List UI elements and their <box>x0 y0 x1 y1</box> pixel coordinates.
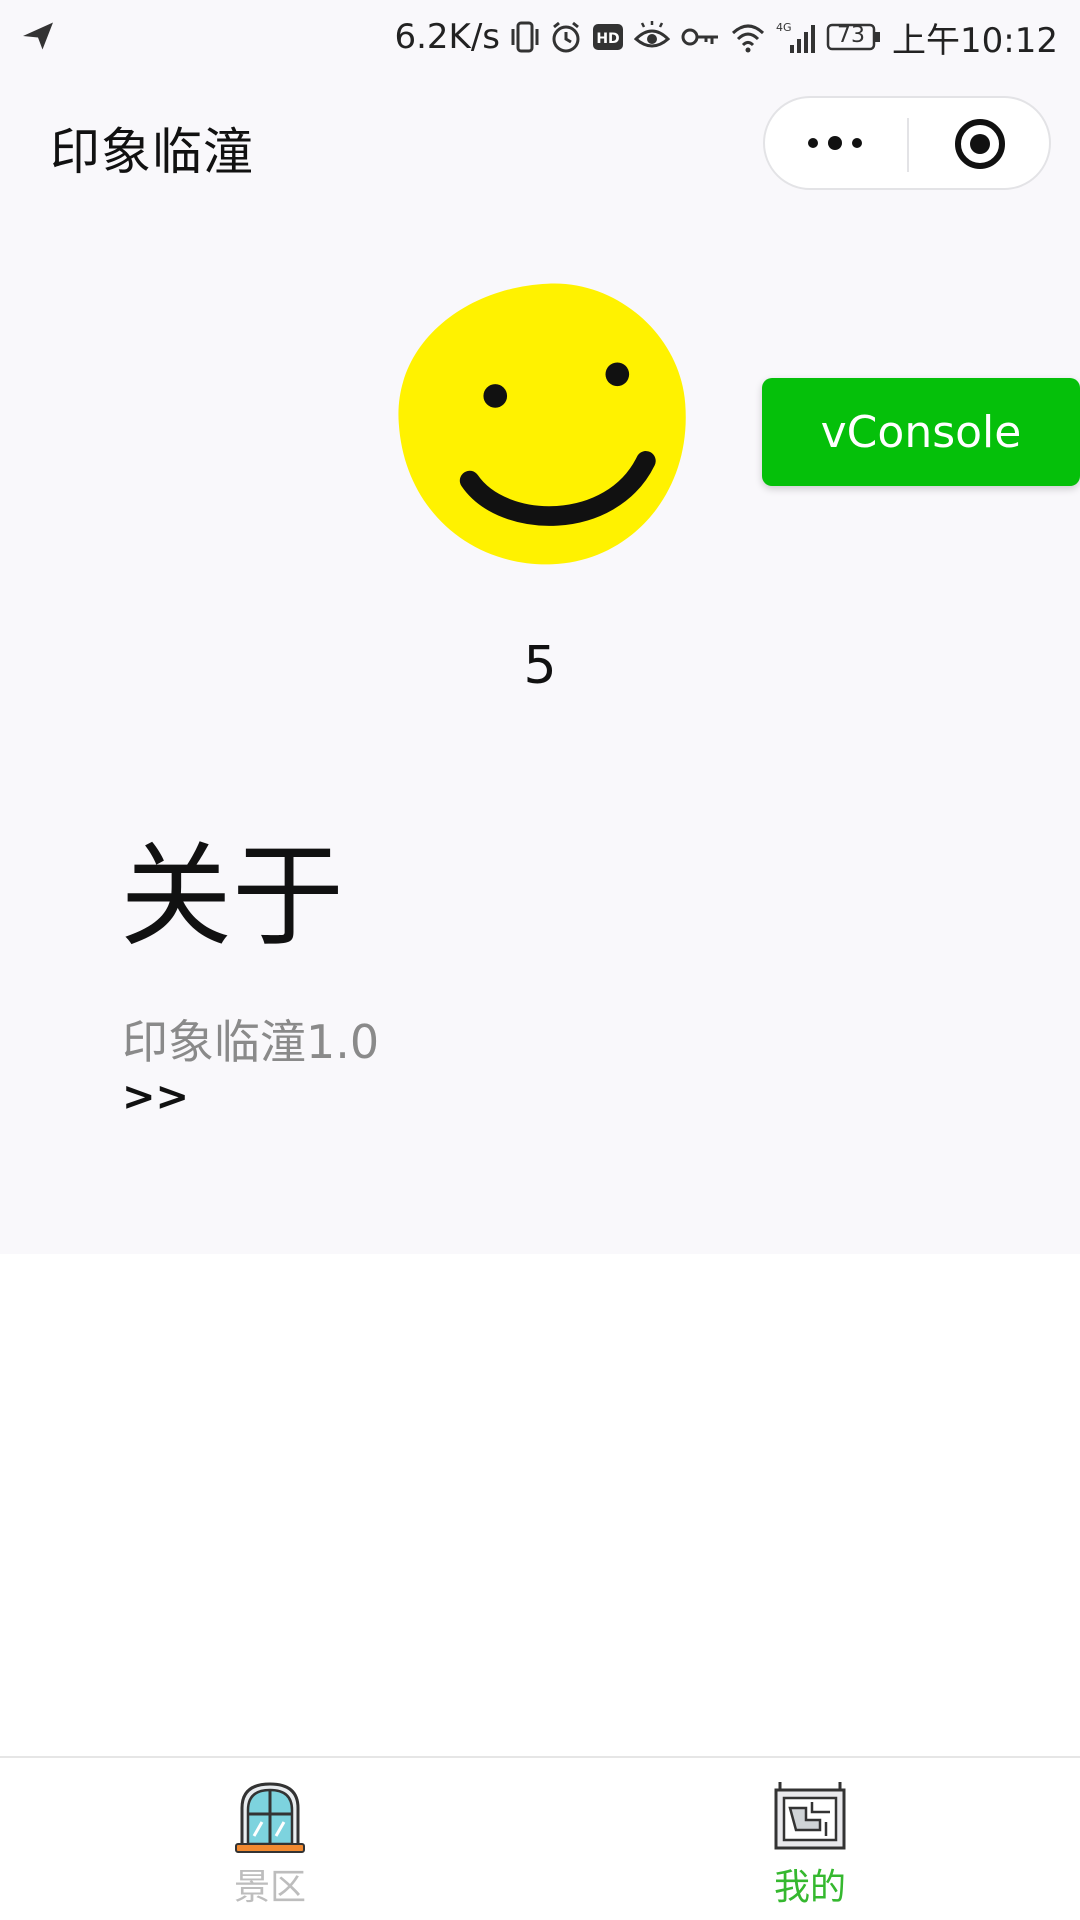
profile-content: 5 关于 印象临潼1.0 >> <box>0 216 1080 1254</box>
status-indicators: 6.2K/s HD 4G 73 上午10:12 <box>394 10 1058 64</box>
tab-mine[interactable]: 我的 <box>540 1758 1080 1920</box>
svg-text:4G: 4G <box>776 21 792 34</box>
screen: 6.2K/s HD 4G 73 上午10:12 印象临潼 5 关于 印象临潼1.… <box>0 0 1080 1920</box>
key-icon <box>680 19 720 55</box>
eye-icon <box>634 19 671 55</box>
network-speed: 6.2K/s <box>394 17 501 57</box>
nav-bar: 印象临潼 <box>0 74 1080 216</box>
alarm-icon <box>550 19 582 55</box>
signal-4g-icon: 4G <box>776 19 816 55</box>
about-version: 印象临潼1.0 <box>122 1015 380 1069</box>
tab-label-mine: 我的 <box>773 1867 846 1908</box>
target-close-icon <box>955 119 1005 169</box>
tab-label-scenic: 景区 <box>233 1867 306 1908</box>
battery-level: 73 <box>837 23 866 48</box>
wifi-icon <box>730 19 766 55</box>
vibrate-icon <box>510 19 540 55</box>
more-button[interactable] <box>765 98 907 188</box>
close-button[interactable] <box>909 98 1049 188</box>
page-title: 印象临潼 <box>50 123 254 181</box>
count-value: 5 <box>523 636 557 696</box>
clock: 上午10:12 <box>892 20 1058 61</box>
about-more-link[interactable]: >> <box>122 1074 189 1120</box>
tab-bar: 景区 我的 <box>0 1756 1080 1920</box>
vconsole-button[interactable]: vConsole <box>762 378 1080 486</box>
map-board-icon <box>774 1782 846 1850</box>
mini-program-capsule <box>763 96 1051 190</box>
tab-scenic[interactable]: 景区 <box>0 1758 540 1920</box>
hd-icon: HD <box>592 19 624 55</box>
window-icon <box>235 1782 305 1853</box>
battery-icon: 73 <box>826 19 882 55</box>
send-icon <box>23 22 53 50</box>
smiley-avatar[interactable] <box>385 266 700 581</box>
status-bar: 6.2K/s HD 4G 73 上午10:12 <box>0 0 1080 74</box>
about-title: 关于 <box>120 832 344 962</box>
svg-text:HD: HD <box>596 31 619 47</box>
more-dots-icon <box>808 136 862 150</box>
